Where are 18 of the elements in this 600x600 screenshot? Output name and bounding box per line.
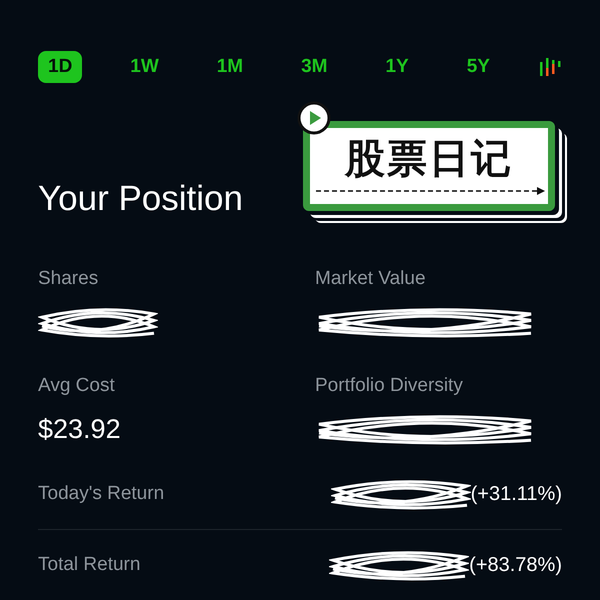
return-label: Total Return [38,552,140,576]
return-percent: (+31.11%) [470,482,562,507]
return-label: Today's Return [38,482,164,506]
sticker-text: 股票日记 [345,136,513,183]
return-percent: (+83.78%) [469,552,562,578]
stat-label: Avg Cost [38,374,115,398]
range-tab[interactable]: 1D [38,51,82,83]
section-title: Your Position [38,181,243,216]
candlestick-chart-icon[interactable] [538,56,562,78]
range-tab[interactable]: 3M [291,51,338,83]
range-tab[interactable]: 1W [120,51,169,83]
range-tab[interactable]: 5Y [456,51,500,83]
stat-label: Portfolio Diversity [315,374,463,398]
stat-label: Market Value [315,267,426,291]
stat-value: $23.92 [38,413,121,445]
range-tab[interactable]: 1M [206,51,254,83]
stat-label: Shares [38,267,98,291]
range-tab[interactable]: 1Y [375,51,419,83]
